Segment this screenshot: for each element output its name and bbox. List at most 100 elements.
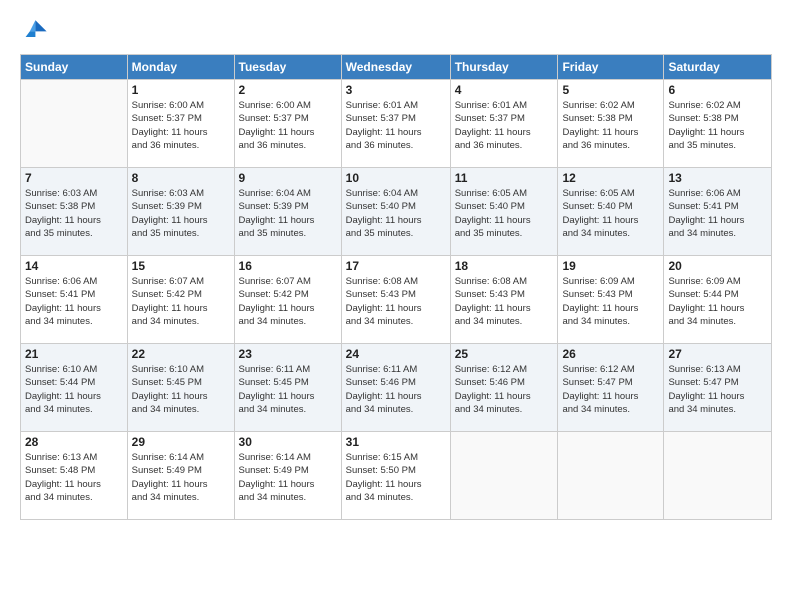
calendar-cell: 2 Sunrise: 6:00 AM Sunset: 5:37 PM Daylig… [234,80,341,168]
day-info: Sunrise: 6:07 AM Sunset: 5:42 PM Dayligh… [239,275,337,328]
col-sunday: Sunday [21,55,128,80]
day-info: Sunrise: 6:15 AM Sunset: 5:50 PM Dayligh… [346,451,446,504]
day-number: 18 [455,259,554,273]
calendar-cell: 23 Sunrise: 6:11 AM Sunset: 5:45 PM Dayli… [234,344,341,432]
calendar-cell: 9 Sunrise: 6:04 AM Sunset: 5:39 PM Daylig… [234,168,341,256]
calendar-cell: 7 Sunrise: 6:03 AM Sunset: 5:38 PM Daylig… [21,168,128,256]
calendar-week-5: 28 Sunrise: 6:13 AM Sunset: 5:48 PM Dayli… [21,432,772,520]
day-info: Sunrise: 6:01 AM Sunset: 5:37 PM Dayligh… [346,99,446,152]
calendar-cell: 6 Sunrise: 6:02 AM Sunset: 5:38 PM Daylig… [664,80,772,168]
calendar-cell: 14 Sunrise: 6:06 AM Sunset: 5:41 PM Dayli… [21,256,128,344]
calendar-cell: 10 Sunrise: 6:04 AM Sunset: 5:40 PM Dayli… [341,168,450,256]
header-row: Sunday Monday Tuesday Wednesday Thursday… [21,55,772,80]
calendar-week-4: 21 Sunrise: 6:10 AM Sunset: 5:44 PM Dayli… [21,344,772,432]
day-number: 10 [346,171,446,185]
day-info: Sunrise: 6:03 AM Sunset: 5:38 PM Dayligh… [25,187,123,240]
calendar-cell: 3 Sunrise: 6:01 AM Sunset: 5:37 PM Daylig… [341,80,450,168]
day-number: 31 [346,435,446,449]
calendar-cell: 18 Sunrise: 6:08 AM Sunset: 5:43 PM Dayli… [450,256,558,344]
day-info: Sunrise: 6:06 AM Sunset: 5:41 PM Dayligh… [25,275,123,328]
header [20,16,772,44]
day-info: Sunrise: 6:02 AM Sunset: 5:38 PM Dayligh… [668,99,767,152]
calendar-cell: 31 Sunrise: 6:15 AM Sunset: 5:50 PM Dayli… [341,432,450,520]
day-number: 23 [239,347,337,361]
calendar-cell: 21 Sunrise: 6:10 AM Sunset: 5:44 PM Dayli… [21,344,128,432]
day-number: 4 [455,83,554,97]
calendar-cell: 4Sunrise: 6:01 AM Sunset: 5:37 PM Daylig… [450,80,558,168]
day-info: Sunrise: 6:10 AM Sunset: 5:44 PM Dayligh… [25,363,123,416]
day-info: Sunrise: 6:08 AM Sunset: 5:43 PM Dayligh… [346,275,446,328]
day-number: 21 [25,347,123,361]
day-info: Sunrise: 6:04 AM Sunset: 5:39 PM Dayligh… [239,187,337,240]
day-number: 8 [132,171,230,185]
day-number: 11 [455,171,554,185]
day-number: 28 [25,435,123,449]
day-info: Sunrise: 6:00 AM Sunset: 5:37 PM Dayligh… [132,99,230,152]
day-info: Sunrise: 6:07 AM Sunset: 5:42 PM Dayligh… [132,275,230,328]
day-info: Sunrise: 6:06 AM Sunset: 5:41 PM Dayligh… [668,187,767,240]
day-number: 9 [239,171,337,185]
day-number: 30 [239,435,337,449]
calendar-cell: 22Sunrise: 6:10 AM Sunset: 5:45 PM Dayli… [127,344,234,432]
calendar-cell: 11 Sunrise: 6:05 AM Sunset: 5:40 PM Dayli… [450,168,558,256]
logo [20,16,52,44]
calendar-cell: 28 Sunrise: 6:13 AM Sunset: 5:48 PM Dayli… [21,432,128,520]
day-number: 24 [346,347,446,361]
logo-icon [20,16,48,44]
calendar-cell: 24 Sunrise: 6:11 AM Sunset: 5:46 PM Dayli… [341,344,450,432]
calendar-cell: 16 Sunrise: 6:07 AM Sunset: 5:42 PM Dayli… [234,256,341,344]
calendar-cell: 15 Sunrise: 6:07 AM Sunset: 5:42 PM Dayli… [127,256,234,344]
calendar-cell: 25Sunrise: 6:12 AM Sunset: 5:46 PM Dayli… [450,344,558,432]
calendar-cell: 29Sunrise: 6:14 AM Sunset: 5:49 PM Dayli… [127,432,234,520]
col-saturday: Saturday [664,55,772,80]
day-number: 29 [132,435,230,449]
calendar-cell: 1 Sunrise: 6:00 AM Sunset: 5:37 PM Daylig… [127,80,234,168]
day-info: Sunrise: 6:09 AM Sunset: 5:44 PM Dayligh… [668,275,767,328]
day-number: 13 [668,171,767,185]
calendar-week-2: 7 Sunrise: 6:03 AM Sunset: 5:38 PM Daylig… [21,168,772,256]
day-number: 6 [668,83,767,97]
col-monday: Monday [127,55,234,80]
day-number: 22 [132,347,230,361]
day-info: Sunrise: 6:08 AM Sunset: 5:43 PM Dayligh… [455,275,554,328]
day-number: 2 [239,83,337,97]
day-info: Sunrise: 6:00 AM Sunset: 5:37 PM Dayligh… [239,99,337,152]
calendar-cell: 12 Sunrise: 6:05 AM Sunset: 5:40 PM Dayli… [558,168,664,256]
day-number: 7 [25,171,123,185]
day-info: Sunrise: 6:14 AM Sunset: 5:49 PM Dayligh… [239,451,337,504]
day-info: Sunrise: 6:03 AM Sunset: 5:39 PM Dayligh… [132,187,230,240]
day-number: 27 [668,347,767,361]
day-number: 5 [562,83,659,97]
day-info: Sunrise: 6:02 AM Sunset: 5:38 PM Dayligh… [562,99,659,152]
calendar-cell: 13 Sunrise: 6:06 AM Sunset: 5:41 PM Dayli… [664,168,772,256]
day-info: Sunrise: 6:12 AM Sunset: 5:47 PM Dayligh… [562,363,659,416]
day-number: 15 [132,259,230,273]
day-info: Sunrise: 6:04 AM Sunset: 5:40 PM Dayligh… [346,187,446,240]
day-number: 20 [668,259,767,273]
calendar-cell [21,80,128,168]
col-friday: Friday [558,55,664,80]
day-number: 3 [346,83,446,97]
day-number: 1 [132,83,230,97]
day-number: 16 [239,259,337,273]
calendar-cell [664,432,772,520]
day-info: Sunrise: 6:13 AM Sunset: 5:48 PM Dayligh… [25,451,123,504]
page: Sunday Monday Tuesday Wednesday Thursday… [0,0,792,612]
calendar-cell [558,432,664,520]
day-info: Sunrise: 6:11 AM Sunset: 5:45 PM Dayligh… [239,363,337,416]
day-number: 19 [562,259,659,273]
day-number: 26 [562,347,659,361]
calendar-cell: 30 Sunrise: 6:14 AM Sunset: 5:49 PM Dayli… [234,432,341,520]
col-tuesday: Tuesday [234,55,341,80]
calendar-cell: 19Sunrise: 6:09 AM Sunset: 5:43 PM Dayli… [558,256,664,344]
day-number: 14 [25,259,123,273]
day-number: 25 [455,347,554,361]
day-info: Sunrise: 6:05 AM Sunset: 5:40 PM Dayligh… [562,187,659,240]
day-info: Sunrise: 6:11 AM Sunset: 5:46 PM Dayligh… [346,363,446,416]
calendar-cell [450,432,558,520]
day-info: Sunrise: 6:05 AM Sunset: 5:40 PM Dayligh… [455,187,554,240]
calendar-cell: 17Sunrise: 6:08 AM Sunset: 5:43 PM Dayli… [341,256,450,344]
col-wednesday: Wednesday [341,55,450,80]
day-number: 12 [562,171,659,185]
day-info: Sunrise: 6:13 AM Sunset: 5:47 PM Dayligh… [668,363,767,416]
